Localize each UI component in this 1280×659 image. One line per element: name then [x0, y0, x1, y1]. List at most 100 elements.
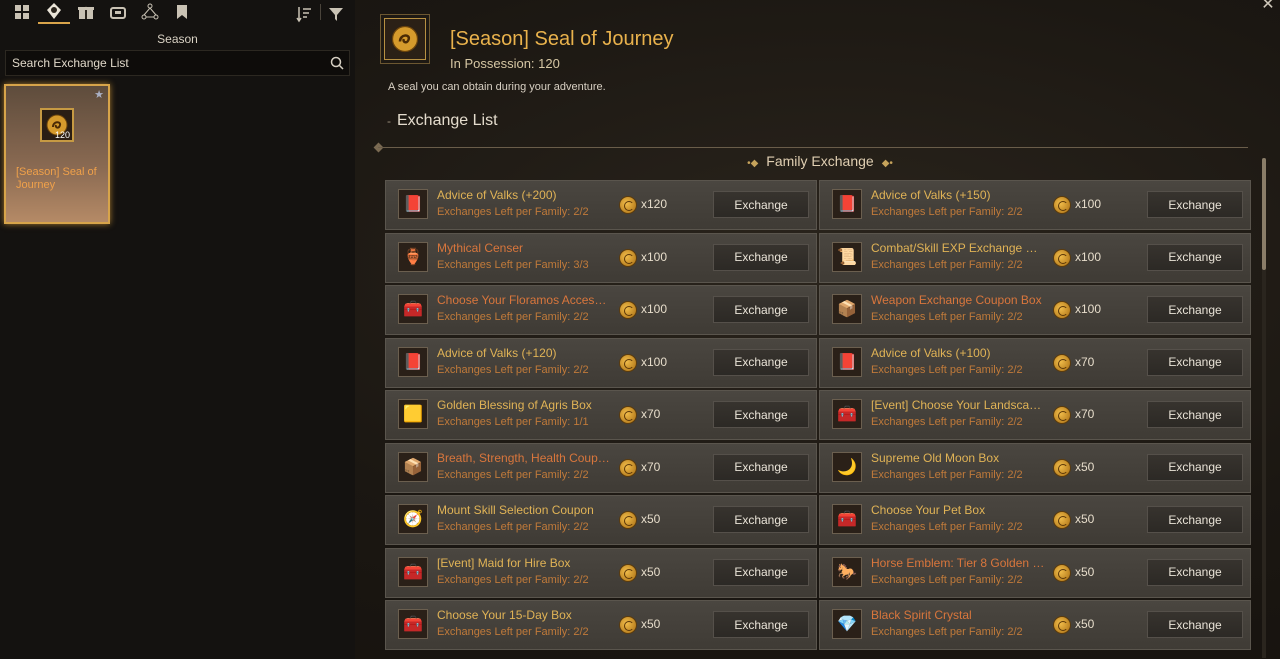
seal-coin-icon [619, 616, 637, 634]
exchange-row: 🧰 [Event] Choose Your Landscape ... Exchan… [819, 390, 1251, 440]
exchanges-left: Exchanges Left per Family: 2/2 [871, 206, 1023, 218]
exchange-button[interactable]: Exchange [1147, 243, 1243, 271]
silver-box-icon[interactable]: 📦 [832, 294, 862, 324]
search-input[interactable] [6, 56, 325, 70]
exchange-button[interactable]: Exchange [713, 401, 809, 428]
exchange-button[interactable]: Exchange [713, 243, 809, 271]
card-count: 120 [54, 130, 70, 140]
exchange-button[interactable]: Exchange [1147, 191, 1243, 218]
compass-icon[interactable]: 🧭 [398, 504, 428, 534]
exchanges-left: Exchanges Left per Family: 2/2 [437, 521, 589, 533]
seal-coin-icon [1053, 563, 1071, 582]
search-box [5, 50, 350, 76]
exchanges-left: Exchanges Left per Family: 2/2 [871, 311, 1023, 323]
exchange-button[interactable]: Exchange [713, 348, 809, 376]
item-cost: x100 [641, 249, 668, 264]
exchange-row: 🧰 Choose Your Pet Box Exchanges Left per F… [819, 495, 1251, 545]
seal-card[interactable]: ★ 120 [Season] Seal of Journey [4, 84, 110, 224]
exchange-row: 🟨 Golden Blessing of Agris Box Exchanges L… [385, 390, 817, 440]
exchange-row: 🐎 Horse Emblem: Tier 8 Golden Ho... Exchan… [819, 547, 1251, 598]
exchanges-left: Exchanges Left per Family: 2/2 [437, 626, 589, 638]
item-name: Golden Blessing of Agris Box [437, 398, 592, 412]
close-icon[interactable]: ✕ [1260, 0, 1276, 14]
silver-box-icon[interactable]: 📦 [398, 451, 428, 482]
item-cost: x100 [1075, 249, 1102, 264]
seal-coin-icon [1053, 511, 1071, 529]
exchanges-left: Exchanges Left per Family: 1/1 [437, 416, 589, 428]
item-name: Choose Your Pet Box [871, 503, 986, 517]
search-icon[interactable] [325, 51, 349, 75]
book-icon[interactable]: 📕 [398, 346, 428, 377]
bookmark-icon[interactable] [166, 0, 198, 24]
moon-box-icon[interactable]: 🌙 [832, 451, 862, 482]
exchange-button[interactable]: Exchange [1147, 401, 1243, 428]
chest-icon[interactable]: 🧰 [398, 294, 428, 324]
seal-coin-icon [619, 196, 637, 214]
exchange-button[interactable]: Exchange [713, 296, 809, 323]
item-name: Choose Your 15-Day Box [437, 608, 572, 622]
exchange-button[interactable]: Exchange [713, 558, 809, 586]
crystal-icon[interactable]: 💎 [832, 609, 862, 639]
treasure-icon[interactable] [102, 0, 134, 24]
gold-box-icon[interactable]: 🟨 [398, 399, 428, 429]
exchange-button[interactable]: Exchange [1147, 453, 1243, 481]
season-seal-icon[interactable] [38, 0, 70, 24]
coupon-icon[interactable]: 📜 [832, 241, 862, 272]
exchange-button[interactable]: Exchange [1147, 558, 1243, 586]
horse-icon[interactable]: 🐎 [832, 556, 862, 587]
seal-coin-icon [1053, 196, 1071, 214]
section-title: Exchange List [397, 112, 498, 129]
exchange-row: 🧰 Choose Your 15-Day Box Exchanges Left pe… [385, 600, 817, 650]
exchange-button[interactable]: Exchange [713, 506, 809, 533]
item-cost: x50 [1075, 564, 1095, 579]
scrollbar-thumb[interactable] [1262, 158, 1266, 270]
exchange-row: 📕 Advice of Valks (+120) Exchanges Left pe… [385, 337, 817, 388]
exchange-button[interactable]: Exchange [713, 453, 809, 481]
exchange-button[interactable]: Exchange [1147, 506, 1243, 533]
seal-coin-icon [619, 511, 637, 529]
seal-icon: 120 [40, 108, 74, 142]
chest-icon[interactable]: 🧰 [398, 556, 428, 587]
item-name: Mount Skill Selection Coupon [437, 503, 594, 517]
item-name: Advice of Valks (+200) [437, 188, 557, 202]
exchange-button[interactable]: Exchange [1147, 296, 1243, 323]
book-icon[interactable]: 📕 [832, 189, 862, 219]
filter-icon[interactable] [322, 2, 350, 26]
item-cost: x70 [1075, 407, 1095, 421]
item-name: [Event] Maid for Hire Box [437, 555, 571, 570]
item-name: Combat/Skill EXP Exchange Cou... [871, 240, 1046, 255]
exchanges-left: Exchanges Left per Family: 2/2 [437, 363, 589, 376]
grid-icon[interactable] [6, 0, 38, 24]
exchanges-left: Exchanges Left per Family: 2/2 [871, 626, 1023, 638]
seal-coin-icon [619, 301, 637, 319]
group-title: •◆ Family Exchange ◆• [385, 153, 1255, 169]
book-icon[interactable]: 📕 [832, 346, 862, 377]
gift-icon[interactable] [70, 0, 102, 24]
exchange-row: 📕 Advice of Valks (+200) Exchanges Left pe… [385, 180, 817, 230]
exchanges-left: Exchanges Left per Family: 2/2 [871, 468, 1023, 481]
left-panel: Season ★ 120 [Season] Seal of Journey [0, 0, 355, 659]
exchange-button[interactable]: Exchange [1147, 348, 1243, 376]
exchange-button[interactable]: Exchange [713, 611, 809, 638]
exchange-window: Season ★ 120 [Season] Seal of Journey ✕ … [0, 0, 1280, 659]
exchange-button[interactable]: Exchange [713, 191, 809, 218]
star-icon[interactable]: ★ [94, 88, 104, 101]
item-name: Choose Your Floramos Accesso... [437, 293, 612, 307]
chest-icon[interactable]: 🧰 [832, 504, 862, 534]
sort-icon[interactable] [290, 2, 318, 26]
seal-coin-icon [619, 353, 637, 372]
exchange-row: 🌙 Supreme Old Moon Box Exchanges Left per … [819, 442, 1251, 493]
exchanges-left: Exchanges Left per Family: 2/2 [437, 311, 589, 323]
exchange-button[interactable]: Exchange [1147, 611, 1243, 638]
item-name: Advice of Valks (+120) [437, 345, 557, 360]
category-tabs [6, 0, 198, 26]
item-cost: x100 [641, 302, 668, 316]
network-icon[interactable] [134, 0, 166, 24]
chest-icon[interactable]: 🧰 [832, 399, 862, 429]
page-title: [Season] Seal of Journey [450, 28, 674, 50]
item-name: Weapon Exchange Coupon Box [871, 293, 1042, 307]
seal-coin-icon [619, 458, 637, 477]
censer-icon[interactable]: 🏺 [398, 241, 428, 272]
book-icon[interactable]: 📕 [398, 189, 428, 219]
chest-icon[interactable]: 🧰 [398, 609, 428, 639]
